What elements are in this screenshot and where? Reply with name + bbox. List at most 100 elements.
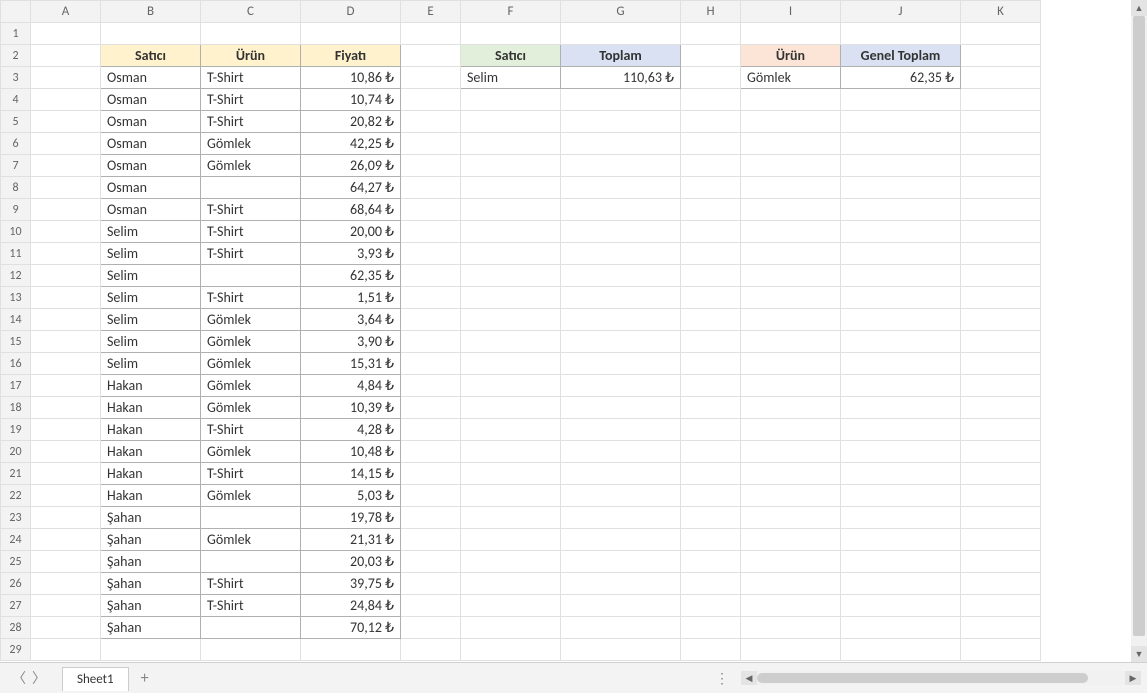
cell-H13[interactable] xyxy=(681,287,741,309)
table1-seller[interactable]: Şahan xyxy=(101,573,201,595)
table1-product[interactable]: Gömlek xyxy=(201,353,301,375)
cell-H2[interactable] xyxy=(681,45,741,67)
cell-F27[interactable] xyxy=(461,595,561,617)
cell-H9[interactable] xyxy=(681,199,741,221)
cell-J21[interactable] xyxy=(841,463,961,485)
cell-H17[interactable] xyxy=(681,375,741,397)
table1-product[interactable] xyxy=(201,617,301,639)
cell-A3[interactable] xyxy=(31,67,101,89)
vertical-scroll-thumb[interactable] xyxy=(1133,16,1145,636)
cell-H11[interactable] xyxy=(681,243,741,265)
cell-G4[interactable] xyxy=(561,89,681,111)
cell-K16[interactable] xyxy=(961,353,1041,375)
row-header-15[interactable]: 15 xyxy=(1,331,31,353)
cell-A13[interactable] xyxy=(31,287,101,309)
cell-H7[interactable] xyxy=(681,155,741,177)
table1-product[interactable]: Gömlek xyxy=(201,529,301,551)
cell-F21[interactable] xyxy=(461,463,561,485)
cell-H24[interactable] xyxy=(681,529,741,551)
table1-product[interactable]: T-Shirt xyxy=(201,595,301,617)
cell-H18[interactable] xyxy=(681,397,741,419)
table1-seller[interactable]: Osman xyxy=(101,67,201,89)
cell-G12[interactable] xyxy=(561,265,681,287)
cell-A1[interactable] xyxy=(31,23,101,45)
table1-price[interactable]: 68,64 ₺ xyxy=(301,199,401,221)
cell-J28[interactable] xyxy=(841,617,961,639)
cell-C1[interactable] xyxy=(201,23,301,45)
row-header-16[interactable]: 16 xyxy=(1,353,31,375)
cell-E20[interactable] xyxy=(401,441,461,463)
cell-H27[interactable] xyxy=(681,595,741,617)
cell-E5[interactable] xyxy=(401,111,461,133)
row-header-2[interactable]: 2 xyxy=(1,45,31,67)
cell-K21[interactable] xyxy=(961,463,1041,485)
table1-price[interactable]: 14,15 ₺ xyxy=(301,463,401,485)
cell-A19[interactable] xyxy=(31,419,101,441)
cell-J11[interactable] xyxy=(841,243,961,265)
cell-E27[interactable] xyxy=(401,595,461,617)
cell-I15[interactable] xyxy=(741,331,841,353)
cell-F15[interactable] xyxy=(461,331,561,353)
table3-grandtotal[interactable]: 62,35 ₺ xyxy=(841,67,961,89)
add-sheet-button[interactable]: + xyxy=(141,669,149,688)
cell-I24[interactable] xyxy=(741,529,841,551)
table1-product[interactable]: Gömlek xyxy=(201,133,301,155)
table1-product[interactable]: Gömlek xyxy=(201,397,301,419)
row-header-1[interactable]: 1 xyxy=(1,23,31,45)
cell-F22[interactable] xyxy=(461,485,561,507)
table1-price[interactable]: 20,03 ₺ xyxy=(301,551,401,573)
cell-J17[interactable] xyxy=(841,375,961,397)
cell-E9[interactable] xyxy=(401,199,461,221)
cell-A2[interactable] xyxy=(31,45,101,67)
table1-price[interactable]: 19,78 ₺ xyxy=(301,507,401,529)
cell-K25[interactable] xyxy=(961,551,1041,573)
cell-G13[interactable] xyxy=(561,287,681,309)
cell-H20[interactable] xyxy=(681,441,741,463)
table1-price[interactable]: 20,00 ₺ xyxy=(301,221,401,243)
row-header-3[interactable]: 3 xyxy=(1,67,31,89)
cell-J9[interactable] xyxy=(841,199,961,221)
cell-A29[interactable] xyxy=(31,639,101,661)
cell-J29[interactable] xyxy=(841,639,961,661)
cell-I21[interactable] xyxy=(741,463,841,485)
cell-J18[interactable] xyxy=(841,397,961,419)
cell-H4[interactable] xyxy=(681,89,741,111)
cell-H29[interactable] xyxy=(681,639,741,661)
cell-F12[interactable] xyxy=(461,265,561,287)
cell-H12[interactable] xyxy=(681,265,741,287)
cell-K17[interactable] xyxy=(961,375,1041,397)
table1-product[interactable]: T-Shirt xyxy=(201,67,301,89)
cell-A15[interactable] xyxy=(31,331,101,353)
table1-seller[interactable]: Osman xyxy=(101,111,201,133)
cell-A8[interactable] xyxy=(31,177,101,199)
cell-F5[interactable] xyxy=(461,111,561,133)
table1-product[interactable]: T-Shirt xyxy=(201,89,301,111)
table1-seller[interactable]: Şahan xyxy=(101,617,201,639)
cell-A26[interactable] xyxy=(31,573,101,595)
row-header-7[interactable]: 7 xyxy=(1,155,31,177)
cell-F19[interactable] xyxy=(461,419,561,441)
cell-J12[interactable] xyxy=(841,265,961,287)
cell-F4[interactable] xyxy=(461,89,561,111)
table1-price[interactable]: 24,84 ₺ xyxy=(301,595,401,617)
horizontal-scrollbar[interactable]: ◀ ▶ xyxy=(741,671,1141,685)
cell-G21[interactable] xyxy=(561,463,681,485)
cell-I23[interactable] xyxy=(741,507,841,529)
table1-price[interactable]: 39,75 ₺ xyxy=(301,573,401,595)
sheet-tab[interactable]: Sheet1 xyxy=(62,667,129,691)
cell-H10[interactable] xyxy=(681,221,741,243)
cell-J27[interactable] xyxy=(841,595,961,617)
cell-I28[interactable] xyxy=(741,617,841,639)
cell-E1[interactable] xyxy=(401,23,461,45)
cell-J6[interactable] xyxy=(841,133,961,155)
cell-F25[interactable] xyxy=(461,551,561,573)
cell-F24[interactable] xyxy=(461,529,561,551)
column-header-I[interactable]: I xyxy=(741,1,841,23)
table1-seller[interactable]: Selim xyxy=(101,243,201,265)
table2-seller[interactable]: Selim xyxy=(461,67,561,89)
cell-E28[interactable] xyxy=(401,617,461,639)
cell-A23[interactable] xyxy=(31,507,101,529)
cell-G20[interactable] xyxy=(561,441,681,463)
cell-G17[interactable] xyxy=(561,375,681,397)
spreadsheet-grid[interactable]: ABCDEFGHIJK12SatıcıÜrünFiyatıSatıcıTopla… xyxy=(0,0,1041,661)
